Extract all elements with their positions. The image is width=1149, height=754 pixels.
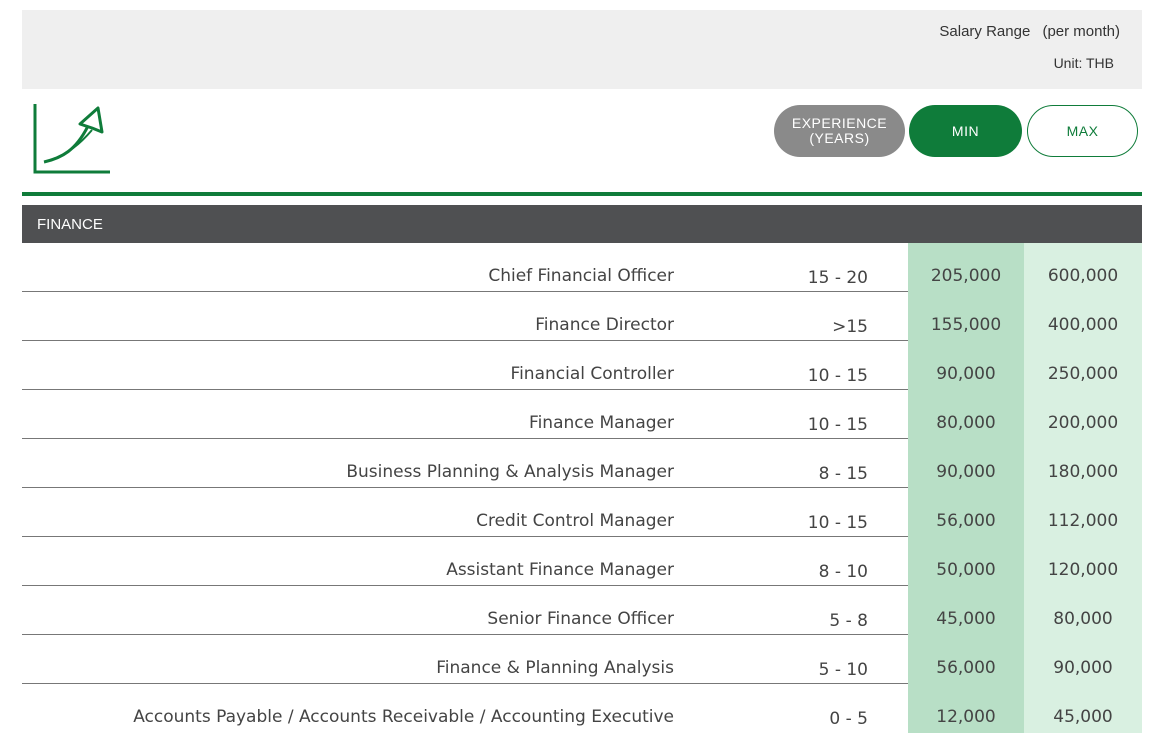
min-salary-cell: 205,000 [908,243,1024,292]
job-title-cell: Assistant Finance Manager [446,560,674,580]
experience-cell: 5 - 10 [818,660,868,680]
min-salary-cell: 56,000 [908,635,1024,684]
min-salary-cell: 56,000 [908,488,1024,537]
salary-range-label: Salary Range (per month) [939,23,1120,40]
max-salary-cell: 600,000 [1024,243,1142,292]
job-title-cell: Finance Manager [529,413,674,433]
min-salary-cell: 45,000 [908,586,1024,635]
experience-cell: 10 - 15 [807,366,868,386]
salary-range-period: (per month) [1042,23,1120,40]
max-legend: MAX [1027,105,1138,157]
table-row: Financial Controller 10 - 15 90,000 250,000 [22,341,1142,390]
table-row: Finance & Planning Analysis 5 - 10 56,000 9… [22,635,1142,684]
job-title-cell: Finance & Planning Analysis [436,658,674,678]
max-salary-cell: 112,000 [1024,488,1142,537]
job-title-cell: Accounts Payable / Accounts Receivable /… [133,707,674,727]
table-row: Business Planning & Analysis Manager 8 - … [22,439,1142,488]
min-salary-cell: 155,000 [908,292,1024,341]
table-row: Chief Financial Officer 15 - 20 205,000 600… [22,243,1142,292]
min-salary-cell: 50,000 [908,537,1024,586]
min-salary-cell: 12,000 [908,684,1024,733]
experience-cell: >15 [832,317,868,337]
max-salary-cell: 45,000 [1024,684,1142,733]
max-salary-cell: 250,000 [1024,341,1142,390]
job-title-cell: Business Planning & Analysis Manager [346,462,674,482]
job-title-cell: Credit Control Manager [476,511,674,531]
max-salary-cell: 400,000 [1024,292,1142,341]
salary-range-title: Salary Range [939,23,1031,40]
max-salary-cell: 120,000 [1024,537,1142,586]
job-title-cell: Chief Financial Officer [488,266,674,286]
experience-cell: 8 - 10 [818,562,868,582]
table-row: Senior Finance Officer 5 - 8 45,000 80,000 [22,586,1142,635]
min-salary-cell: 80,000 [908,390,1024,439]
currency-unit: Unit: THB [1053,55,1114,71]
table-row: Finance Manager 10 - 15 80,000 200,000 [22,390,1142,439]
job-title-cell: Senior Finance Officer [487,609,674,629]
min-legend: MIN [909,105,1022,157]
experience-cell: 5 - 8 [829,611,868,631]
growth-arrow-icon [33,104,110,174]
header-divider [22,192,1142,196]
job-title-cell: Financial Controller [510,364,674,384]
max-salary-cell: 180,000 [1024,439,1142,488]
table-row: Finance Director >15 155,000 400,000 [22,292,1142,341]
max-salary-cell: 80,000 [1024,586,1142,635]
salary-range-header: Salary Range (per month) Unit: THB [22,10,1142,89]
experience-cell: 0 - 5 [829,709,868,729]
table-row: Assistant Finance Manager 8 - 10 50,000 120… [22,537,1142,586]
min-salary-cell: 90,000 [908,341,1024,390]
experience-cell: 10 - 15 [807,415,868,435]
job-title-cell: Finance Director [535,315,674,335]
experience-cell: 10 - 15 [807,513,868,533]
experience-cell: 8 - 15 [818,464,868,484]
max-salary-cell: 90,000 [1024,635,1142,684]
salary-table: Chief Financial Officer 15 - 20 205,000 600… [22,243,1142,733]
table-row: Accounts Payable / Accounts Receivable /… [22,684,1142,733]
experience-legend: EXPERIENCE (YEARS) [774,105,905,157]
section-title: FINANCE [22,205,1142,243]
max-salary-cell: 200,000 [1024,390,1142,439]
min-salary-cell: 90,000 [908,439,1024,488]
table-row: Credit Control Manager 10 - 15 56,000 112,0… [22,488,1142,537]
experience-cell: 15 - 20 [807,268,868,288]
